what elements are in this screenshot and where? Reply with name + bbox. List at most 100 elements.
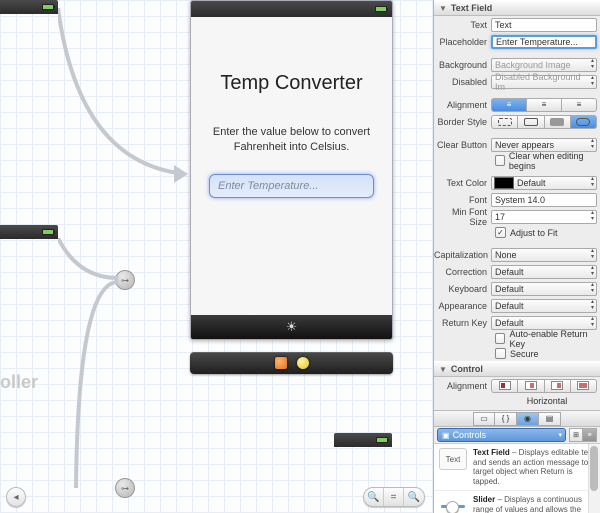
battery-icon <box>42 229 54 235</box>
scene-dock[interactable] <box>190 352 393 374</box>
library-view-toggle: ⊞ ≡ <box>569 428 597 442</box>
correction-label: Correction <box>434 267 491 277</box>
lib-tab-objects-icon[interactable]: ◉ <box>517 412 539 426</box>
halign-left-button[interactable] <box>491 379 518 393</box>
disclosure-triangle-icon: ▼ <box>439 4 447 13</box>
halign-fill-button[interactable] <box>571 379 597 393</box>
halign-center-button[interactable] <box>518 379 544 393</box>
tab-bar: ☀ <box>191 315 392 339</box>
title-label: Temp Converter <box>205 72 378 95</box>
return-key-label: Return Key <box>434 318 491 328</box>
border-style-segmented-control <box>491 115 597 129</box>
alignment-segmented-control: ≡ ≡ ≡ <box>491 98 597 112</box>
segue-arrowhead <box>174 165 188 183</box>
disabled-dropdown[interactable]: Disabled Background Im <box>491 75 597 89</box>
min-font-label: Min Font Size <box>434 207 491 227</box>
mini-phone-status-3 <box>334 433 392 447</box>
min-font-stepper[interactable]: 17 <box>491 210 597 224</box>
text-input[interactable]: Text <box>491 18 597 32</box>
capitalization-dropdown[interactable]: None <box>491 248 597 262</box>
align-right-button[interactable]: ≡ <box>562 98 597 112</box>
control-section-header[interactable]: ▼Control <box>434 361 600 377</box>
lib-tab-code-icon[interactable]: { } <box>495 412 517 426</box>
secure-label: Secure <box>510 349 539 359</box>
battery-icon <box>42 4 54 10</box>
clear-button-dropdown[interactable]: Never appears <box>491 138 597 152</box>
iphone-preview[interactable]: Temp Converter Enter the value below to … <box>190 0 393 340</box>
battery-icon <box>376 437 388 443</box>
auto-enable-checkbox[interactable] <box>495 333 505 344</box>
partial-controller-label: oller <box>0 372 38 393</box>
border-rounded-button[interactable] <box>571 115 597 129</box>
subtitle-label: Enter the value below to convert Fahrenh… <box>205 125 378 156</box>
secure-checkbox[interactable] <box>495 348 506 359</box>
color-swatch-icon <box>494 177 514 189</box>
library-list[interactable]: Text Text Field – Displays editable text… <box>434 444 600 513</box>
library-tabs: ▭ { } ◉ ▤ <box>434 410 600 427</box>
auto-enable-label: Auto-enable Return Key <box>509 329 600 349</box>
placeholder-input[interactable]: Enter Temperature... <box>491 35 597 49</box>
clear-editing-checkbox[interactable] <box>495 155 505 166</box>
library-filter-bar: Controls ⊞ ≡ <box>434 427 600 444</box>
disclosure-triangle-icon: ▼ <box>439 365 447 374</box>
adjust-fit-label: Adjust to Fit <box>510 228 558 238</box>
brightness-icon: ☀ <box>286 319 298 335</box>
background-label: Background <box>434 60 491 70</box>
keyboard-label: Keyboard <box>434 284 491 294</box>
disabled-label: Disabled <box>434 77 491 87</box>
zoom-controls: 🔍 = 🔍 <box>363 487 425 507</box>
appearance-label: Appearance <box>434 301 491 311</box>
clear-button-label: Clear Button <box>434 140 491 150</box>
library-item-slider[interactable]: Slider – Displays a continuous range of … <box>434 491 600 513</box>
background-dropdown[interactable]: Background Image <box>491 58 597 72</box>
control-alignment-label: Alignment <box>434 381 491 391</box>
horizontal-caption: Horizontal <box>434 394 600 410</box>
battery-icon <box>375 6 387 12</box>
interface-builder-canvas[interactable]: ⊶ ⊶ Temp Converter Enter the value below… <box>0 0 433 513</box>
zoom-in-button[interactable]: 🔍 <box>404 488 424 506</box>
first-responder-icon[interactable] <box>275 357 287 369</box>
slider-icon <box>439 495 467 513</box>
lib-tab-media-icon[interactable]: ▤ <box>539 412 561 426</box>
mini-phone-status-2 <box>0 225 58 239</box>
align-center-button[interactable]: ≡ <box>527 98 562 112</box>
zoom-fit-button[interactable]: = <box>384 488 404 506</box>
border-line-button[interactable] <box>518 115 544 129</box>
font-label: Font <box>434 195 491 205</box>
text-color-label: Text Color <box>434 178 491 188</box>
appearance-dropdown[interactable]: Default <box>491 299 597 313</box>
list-view-button[interactable]: ≡ <box>583 428 597 442</box>
border-bezel-button[interactable] <box>545 115 571 129</box>
align-left-button[interactable]: ≡ <box>491 98 527 112</box>
border-style-label: Border Style <box>434 117 491 127</box>
grid-view-button[interactable]: ⊞ <box>569 428 583 442</box>
text-field-section-header[interactable]: ▼Text Field <box>434 0 600 16</box>
zoom-out-button[interactable]: 🔍 <box>364 488 384 506</box>
temperature-textfield[interactable]: Enter Temperature... <box>209 174 374 198</box>
scrollbar-thumb[interactable] <box>590 446 598 491</box>
textfield-placeholder: Enter Temperature... <box>218 180 318 192</box>
adjust-fit-checkbox[interactable] <box>495 227 506 238</box>
font-field[interactable]: System 14.0 <box>491 193 597 207</box>
correction-dropdown[interactable]: Default <box>491 265 597 279</box>
text-color-dropdown[interactable]: Default <box>491 176 597 190</box>
placeholder-label: Placeholder <box>434 37 491 47</box>
control-alignment-segmented <box>491 379 597 393</box>
status-bar <box>191 1 392 17</box>
library-filter-dropdown[interactable]: Controls <box>437 428 566 442</box>
lib-tab-files-icon[interactable]: ▭ <box>473 412 495 426</box>
clear-editing-label: Clear when editing begins <box>509 151 600 171</box>
keyboard-dropdown[interactable]: Default <box>491 282 597 296</box>
return-key-dropdown[interactable]: Default <box>491 316 597 330</box>
segue-node-2[interactable]: ⊶ <box>115 478 135 498</box>
halign-right-button[interactable] <box>545 379 571 393</box>
border-none-button[interactable] <box>491 115 518 129</box>
alignment-label: Alignment <box>434 100 491 110</box>
library-item-textfield[interactable]: Text Text Field – Displays editable text… <box>434 444 600 491</box>
mini-phone-status-1 <box>0 0 58 14</box>
library-scrollbar[interactable] <box>588 444 600 513</box>
canvas-back-button[interactable]: ◂ <box>6 487 26 507</box>
view-controller-icon[interactable] <box>297 357 309 369</box>
textfield-icon: Text <box>439 448 467 470</box>
text-label: Text <box>434 20 491 30</box>
